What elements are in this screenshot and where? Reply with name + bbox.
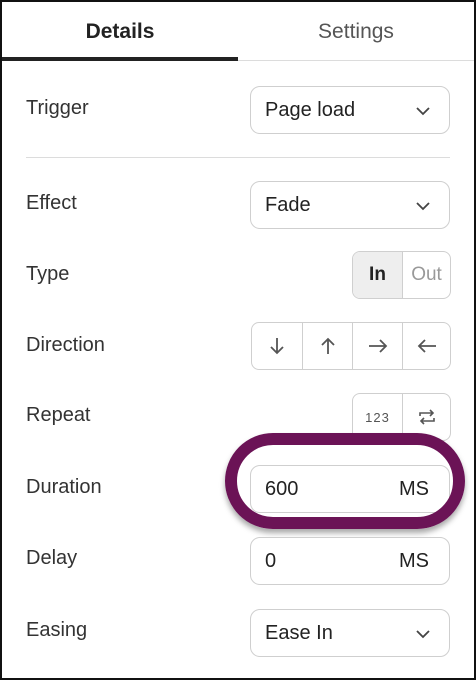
duration-label: Duration (26, 476, 102, 498)
effect-value: Fade (265, 194, 311, 216)
repeat-icon (418, 409, 435, 425)
left-arrow-icon (417, 339, 436, 353)
effect-select[interactable]: Fade (250, 181, 450, 229)
down-arrow-icon (270, 338, 284, 355)
divider (26, 157, 450, 158)
type-in-option[interactable]: In (353, 252, 402, 298)
trigger-value: Page load (265, 99, 356, 121)
direction-label: Direction (26, 334, 105, 356)
effect-label: Effect (26, 192, 77, 214)
active-tab-indicator (2, 57, 238, 61)
direction-right-option[interactable] (352, 323, 402, 369)
easing-select[interactable]: Ease In (250, 609, 450, 657)
tab-settings[interactable]: Settings (238, 2, 474, 60)
easing-value: Ease In (265, 622, 333, 644)
type-in-label: In (369, 264, 386, 285)
type-out-label: Out (411, 264, 442, 285)
delay-input[interactable]: 0 MS (250, 537, 450, 585)
repeat-count-label: 123 (365, 409, 390, 425)
chevron-down-icon (416, 107, 430, 116)
trigger-label: Trigger (26, 97, 89, 119)
right-arrow-icon (368, 339, 387, 353)
direction-toggle (251, 322, 451, 370)
type-out-option[interactable]: Out (402, 252, 450, 298)
delay-label: Delay (26, 547, 78, 569)
trigger-select[interactable]: Page load (250, 86, 450, 134)
direction-left-option[interactable] (402, 323, 450, 369)
direction-down-option[interactable] (252, 323, 302, 369)
chevron-down-icon (416, 630, 430, 639)
delay-unit: MS (399, 550, 429, 572)
delay-value: 0 (265, 550, 277, 572)
repeat-label: Repeat (26, 404, 91, 426)
up-arrow-icon (320, 337, 335, 354)
type-toggle: In Out (352, 251, 451, 299)
type-label: Type (26, 263, 70, 285)
direction-up-option[interactable] (302, 323, 352, 369)
duration-highlight-annotation (225, 433, 465, 529)
tab-details[interactable]: Details (2, 2, 238, 60)
tab-bar: Details Settings (2, 2, 474, 61)
animation-panel: Details Settings Trigger Page load Effec… (0, 0, 476, 680)
easing-label: Easing (26, 619, 88, 641)
chevron-down-icon (416, 202, 430, 211)
